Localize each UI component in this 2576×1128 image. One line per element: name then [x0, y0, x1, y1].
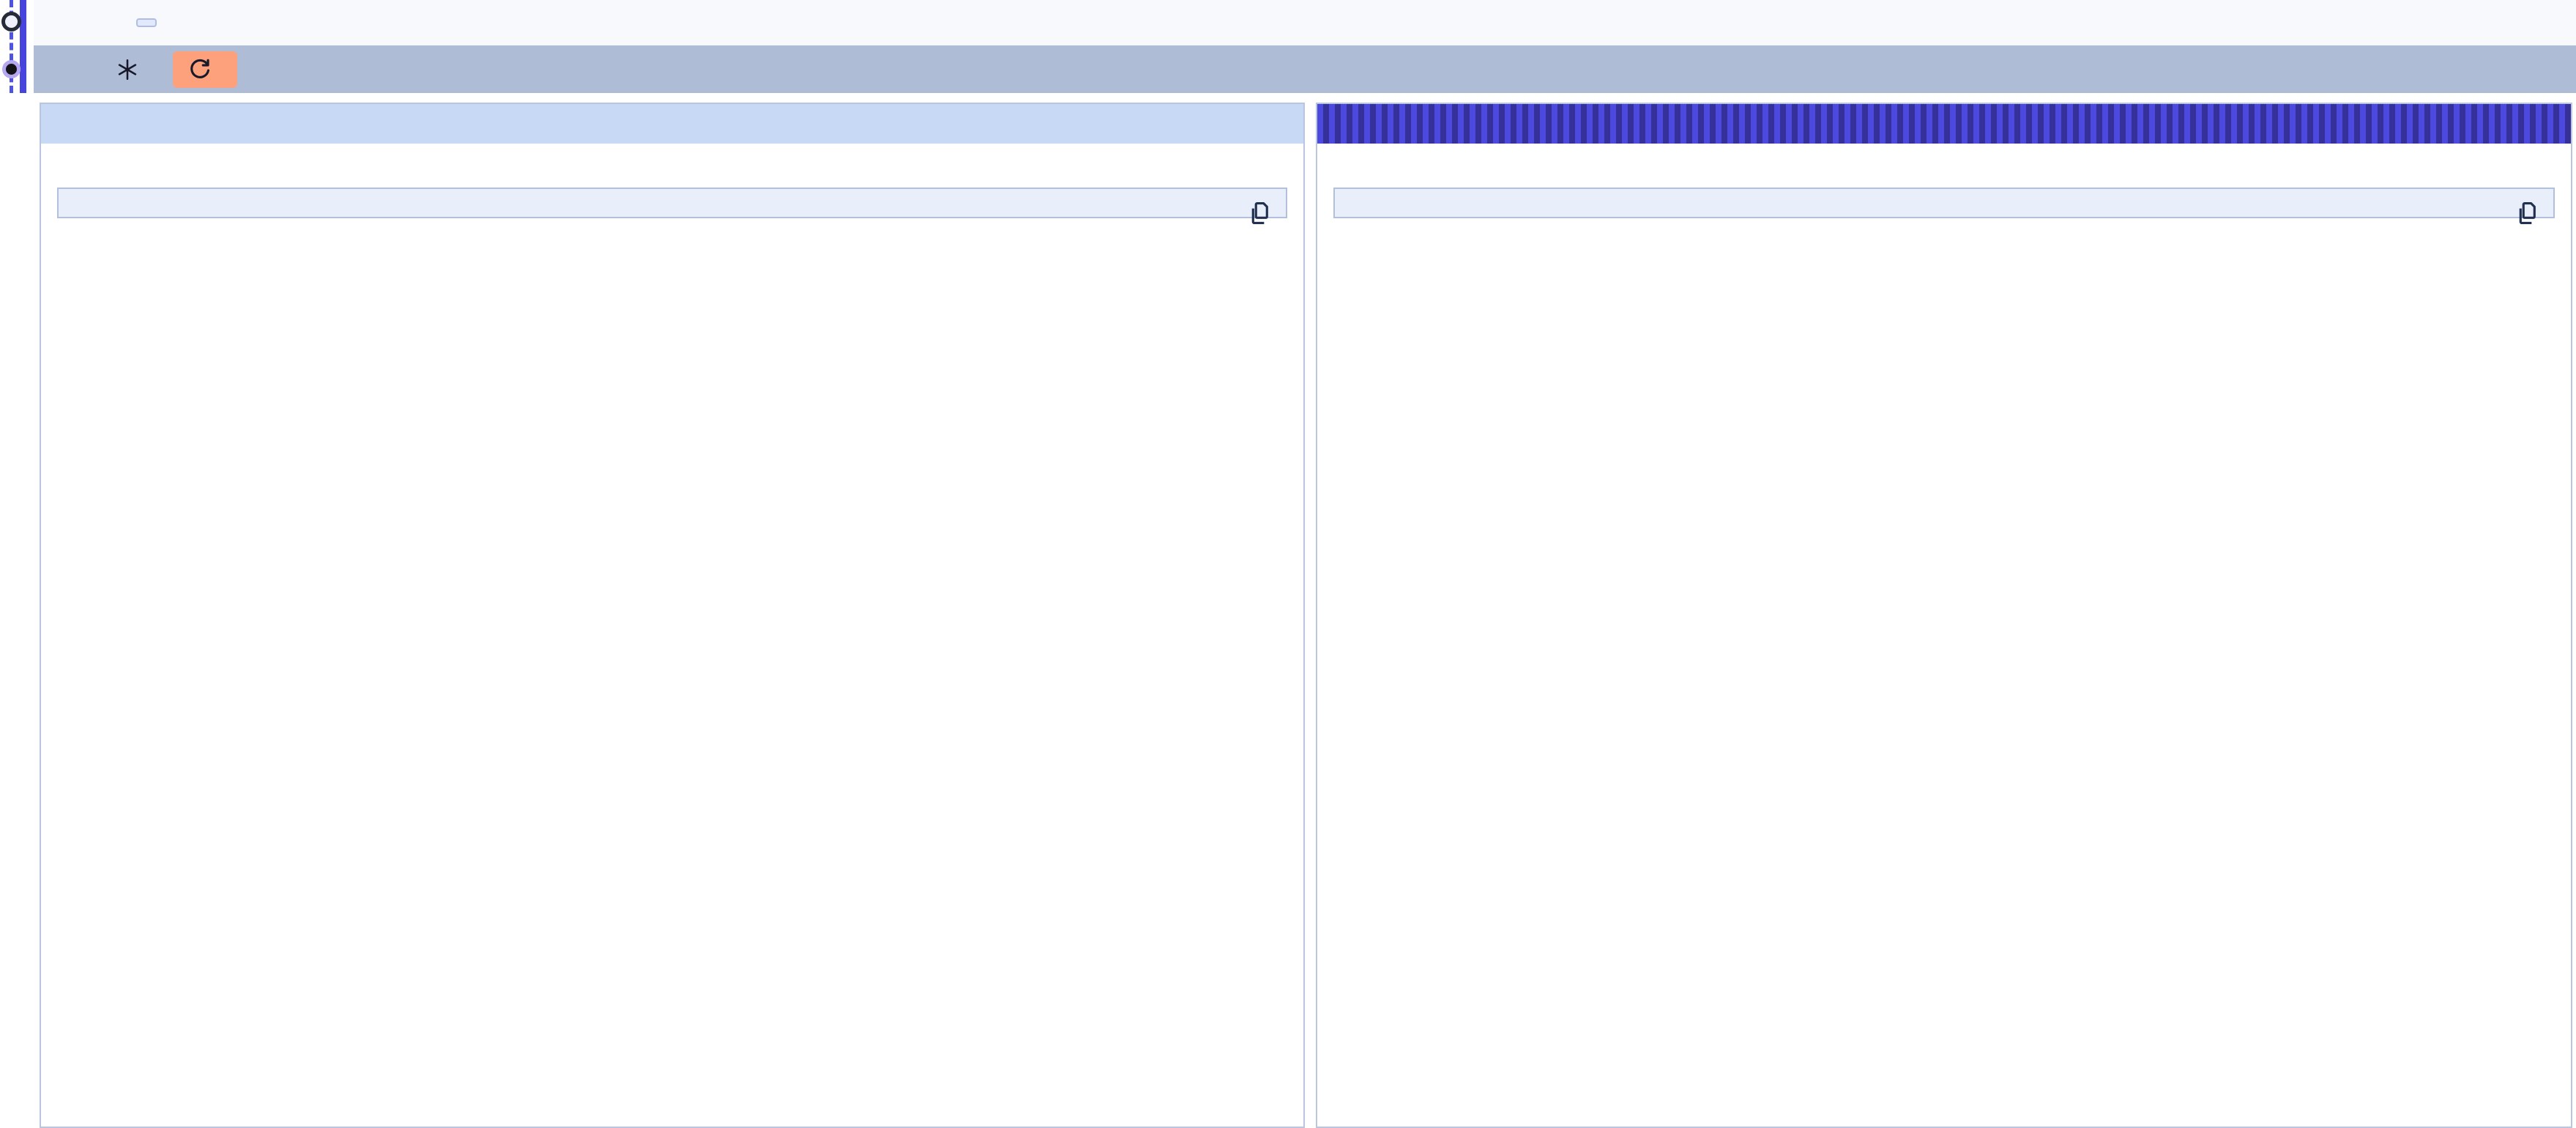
left-panel-header [41, 104, 1303, 144]
input-section-label [57, 148, 1287, 188]
right-panel-header [1317, 104, 2571, 144]
attempt-retry-badge [173, 51, 237, 88]
pending-asterisk-icon [114, 56, 141, 83]
pending-nexus-operation-panel [1316, 103, 2572, 1128]
failure-section-label [1333, 148, 2555, 188]
timeline-marker-open-icon [1, 12, 21, 31]
input-code-block [57, 188, 1287, 218]
event-input-preview-chip [136, 18, 157, 27]
event-row-nexus-operation-scheduled[interactable] [34, 0, 2576, 45]
copy-icon[interactable] [2512, 199, 2542, 229]
pending-nexus-operation-row[interactable] [34, 45, 2576, 93]
nexus-operation-scheduled-panel [40, 103, 1305, 1128]
failure-code-block [1333, 188, 2555, 218]
timeline-active-bar [20, 0, 26, 93]
retry-icon [187, 57, 212, 82]
copy-icon[interactable] [1245, 199, 1274, 229]
timeline-marker-filled-icon [2, 60, 21, 78]
